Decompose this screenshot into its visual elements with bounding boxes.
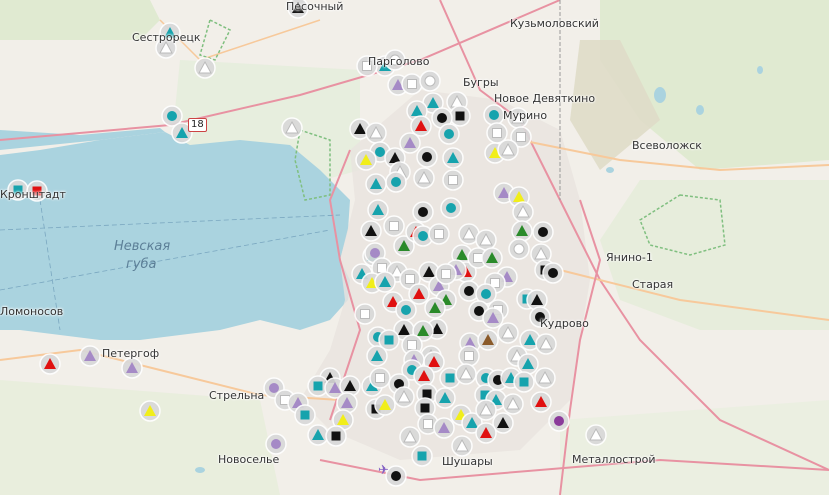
map-marker-triangle[interactable] xyxy=(367,199,389,221)
map-marker-triangle[interactable] xyxy=(475,399,497,421)
map-marker-triangle[interactable] xyxy=(585,424,607,446)
map-marker-triangle[interactable] xyxy=(534,367,556,389)
map-marker-circle[interactable] xyxy=(395,299,417,321)
place-label-petergof: Петергоф xyxy=(102,347,160,360)
map-marker-circle[interactable] xyxy=(548,410,570,432)
map-marker-triangle[interactable] xyxy=(497,322,519,344)
map-marker-triangle[interactable] xyxy=(139,400,161,422)
map-marker-square[interactable] xyxy=(513,371,535,393)
place-label-vsevolozhsk: Всеволожск xyxy=(632,139,702,152)
place-label-kuzmolovsky: Кузьмоловский xyxy=(510,17,599,30)
map-marker-circle[interactable] xyxy=(412,201,434,223)
map-marker-triangle[interactable] xyxy=(410,115,432,137)
map-marker-square[interactable] xyxy=(442,169,464,191)
map-marker-circle[interactable] xyxy=(508,238,530,260)
map-marker-triangle[interactable] xyxy=(530,391,552,413)
map-marker-square[interactable] xyxy=(401,73,423,95)
place-label-novoselye: Новоселье xyxy=(218,453,280,466)
map-marker-triangle[interactable] xyxy=(442,147,464,169)
map-marker-square[interactable] xyxy=(411,445,433,467)
map-marker-triangle[interactable] xyxy=(374,271,396,293)
map-marker-triangle[interactable] xyxy=(475,229,497,251)
map-marker-square[interactable] xyxy=(486,122,508,144)
map-marker-square[interactable] xyxy=(435,263,457,285)
map-marker-triangle[interactable] xyxy=(413,167,435,189)
map-marker-square[interactable] xyxy=(369,367,391,389)
map-marker-square[interactable] xyxy=(449,105,471,127)
map-marker-triangle[interactable] xyxy=(393,386,415,408)
map-marker-circle[interactable] xyxy=(385,465,407,487)
map-marker-triangle[interactable] xyxy=(535,333,557,355)
map-marker-circle[interactable] xyxy=(416,146,438,168)
map-marker-circle[interactable] xyxy=(532,221,554,243)
map-marker-triangle[interactable] xyxy=(399,132,421,154)
place-label-yanino: Янино-1 xyxy=(606,251,653,264)
map-marker-circle[interactable] xyxy=(419,70,441,92)
map-marker-circle[interactable] xyxy=(385,171,407,193)
map-marker-triangle[interactable] xyxy=(360,220,382,242)
map-marker-triangle[interactable] xyxy=(79,345,101,367)
map-marker-triangle[interactable] xyxy=(482,307,504,329)
map-marker-triangle[interactable] xyxy=(481,247,503,269)
map-marker-triangle[interactable] xyxy=(408,283,430,305)
place-label-strelna: Стрельна xyxy=(209,389,265,402)
map-marker-triangle[interactable] xyxy=(374,394,396,416)
map-marker-circle[interactable] xyxy=(438,123,460,145)
place-label-kronshtadt: Кронштадт xyxy=(0,188,66,201)
map-marker-square[interactable] xyxy=(325,425,347,447)
map-marker-triangle[interactable] xyxy=(121,357,143,379)
place-label-kudrovo: Кудрово xyxy=(540,317,589,330)
map-marker-triangle[interactable] xyxy=(194,57,216,79)
place-label-shushary: Шушары xyxy=(442,455,493,468)
map-marker-circle[interactable] xyxy=(440,197,462,219)
map-marker-triangle[interactable] xyxy=(451,435,473,457)
map-marker-triangle[interactable] xyxy=(413,365,435,387)
map-marker-triangle[interactable] xyxy=(281,117,303,139)
map-marker-triangle[interactable] xyxy=(475,422,497,444)
place-label-sestroretsk: Сестрорецк xyxy=(132,31,201,44)
map-marker-triangle[interactable] xyxy=(365,122,387,144)
map-marker-triangle[interactable] xyxy=(497,139,519,161)
map-marker-triangle[interactable] xyxy=(434,387,456,409)
map-marker-triangle[interactable] xyxy=(502,393,524,415)
place-label-pesochny: Песочный xyxy=(286,0,344,13)
map-marker-triangle[interactable] xyxy=(365,173,387,195)
map-marker-circle[interactable] xyxy=(265,433,287,455)
map-marker-square[interactable] xyxy=(383,215,405,237)
place-label-metallostroy: Металлострой xyxy=(572,453,656,466)
place-label-lomonosov: Ломоносов xyxy=(0,305,64,318)
map-marker-triangle[interactable] xyxy=(366,345,388,367)
place-label-pargolovo: Парголово xyxy=(368,55,430,68)
place-label-murino: Мурино xyxy=(503,109,548,122)
map-marker-circle[interactable] xyxy=(483,104,505,126)
map-marker-triangle[interactable] xyxy=(517,353,539,375)
map-marker-triangle[interactable] xyxy=(399,426,421,448)
map-marker-triangle[interactable] xyxy=(455,363,477,385)
map-marker-triangle[interactable] xyxy=(511,220,533,242)
map-marker-square[interactable] xyxy=(458,345,480,367)
place-label-staraya: Старая xyxy=(632,278,674,291)
map-marker-circle[interactable] xyxy=(542,262,564,284)
map-marker-triangle[interactable] xyxy=(424,297,446,319)
map-marker-square[interactable] xyxy=(294,404,316,426)
water-label-line2: губа xyxy=(126,257,157,272)
road-shield: 18 xyxy=(188,118,207,132)
map-marker-triangle[interactable] xyxy=(39,353,61,375)
place-label-bugry: Бугры xyxy=(463,76,499,89)
water-label-line1: Невская xyxy=(114,239,171,254)
map-marker-triangle[interactable] xyxy=(433,417,455,439)
place-label-novoe-devyatkino: Новое Девяткино xyxy=(494,92,596,105)
map-marker-square[interactable] xyxy=(354,303,376,325)
map-marker-triangle[interactable] xyxy=(477,329,499,351)
airport-icon: ✈ xyxy=(378,463,389,478)
map-marker-triangle[interactable] xyxy=(512,201,534,223)
map-marker-square[interactable] xyxy=(428,223,450,245)
map-marker-triangle[interactable] xyxy=(307,424,329,446)
map-view[interactable]: ✈ Невская губа 18 Сестрорецк Песочный Па… xyxy=(0,0,829,495)
map-marker-triangle[interactable] xyxy=(355,149,377,171)
